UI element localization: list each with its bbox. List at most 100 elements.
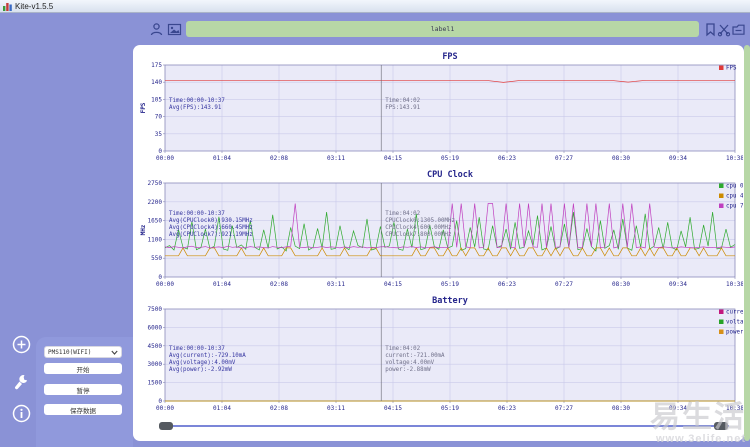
svg-text:00:00: 00:00 bbox=[156, 281, 174, 288]
svg-text:03:11: 03:11 bbox=[327, 405, 345, 412]
svg-text:550: 550 bbox=[151, 255, 162, 262]
svg-text:04:15: 04:15 bbox=[384, 405, 402, 412]
svg-text:08:30: 08:30 bbox=[612, 405, 630, 412]
svg-text:0: 0 bbox=[158, 274, 162, 281]
svg-text:04:15: 04:15 bbox=[384, 155, 402, 162]
svg-text:Avg(FPS):143.91: Avg(FPS):143.91 bbox=[169, 105, 222, 111]
svg-text:Time:04:02: Time:04:02 bbox=[385, 98, 420, 104]
scissors-icon[interactable] bbox=[717, 22, 732, 37]
svg-text:09:34: 09:34 bbox=[669, 405, 687, 412]
svg-text:07:27: 07:27 bbox=[555, 281, 573, 288]
svg-text:07:27: 07:27 bbox=[555, 155, 573, 162]
image-icon[interactable] bbox=[167, 22, 182, 37]
svg-text:Time:00:00-10:37: Time:00:00-10:37 bbox=[169, 98, 225, 104]
svg-text:35: 35 bbox=[155, 131, 163, 138]
label-bar[interactable]: label1 bbox=[186, 21, 699, 37]
app-icon bbox=[3, 2, 12, 11]
svg-text:02:08: 02:08 bbox=[270, 281, 288, 288]
battery-chart[interactable]: 00:0001:0402:0803:1104:1505:1906:2307:27… bbox=[133, 293, 743, 415]
svg-text:1650: 1650 bbox=[148, 218, 163, 225]
svg-text:CPUClock0:1305.00MHz: CPUClock0:1305.00MHz bbox=[385, 218, 455, 224]
svg-text:05:19: 05:19 bbox=[441, 281, 459, 288]
svg-text:3000: 3000 bbox=[148, 361, 163, 368]
slider-handle-left[interactable] bbox=[159, 422, 173, 430]
svg-text:03:11: 03:11 bbox=[327, 155, 345, 162]
time-range-slider[interactable] bbox=[133, 417, 743, 435]
pause-button[interactable]: 暂停 bbox=[44, 384, 122, 395]
svg-text:08:30: 08:30 bbox=[612, 155, 630, 162]
svg-text:7500: 7500 bbox=[148, 306, 163, 313]
start-button[interactable]: 开始 bbox=[44, 363, 122, 374]
svg-text:06:23: 06:23 bbox=[498, 281, 516, 288]
wrench-icon[interactable] bbox=[12, 372, 31, 391]
svg-text:02:08: 02:08 bbox=[270, 405, 288, 412]
svg-text:FPS: FPS bbox=[726, 66, 737, 72]
svg-text:power:-2.88mW: power:-2.88mW bbox=[385, 367, 431, 373]
plus-icon[interactable] bbox=[12, 335, 31, 354]
info-icon[interactable] bbox=[12, 404, 31, 423]
svg-text:06:23: 06:23 bbox=[498, 405, 516, 412]
svg-text:05:19: 05:19 bbox=[441, 155, 459, 162]
svg-text:105: 105 bbox=[151, 96, 162, 103]
svg-text:FPS:143.91: FPS:143.91 bbox=[385, 105, 420, 111]
svg-text:Avg(current):-729.10mA: Avg(current):-729.10mA bbox=[169, 353, 246, 359]
device-select[interactable]: PMS110(WIFI) bbox=[44, 346, 122, 358]
svg-text:2200: 2200 bbox=[148, 199, 163, 206]
label-text: label1 bbox=[431, 25, 454, 33]
svg-text:09:34: 09:34 bbox=[669, 155, 687, 162]
svg-text:MHz: MHz bbox=[140, 224, 147, 235]
svg-text:CPUClock7:800.00MHz: CPUClock7:800.00MHz bbox=[385, 232, 451, 238]
svg-text:Time:00:00-10:37: Time:00:00-10:37 bbox=[169, 346, 225, 352]
export-icon[interactable] bbox=[731, 22, 746, 37]
svg-text:current:-721.00mA: current:-721.00mA bbox=[385, 353, 445, 359]
svg-text:2750: 2750 bbox=[148, 180, 163, 187]
svg-text:Time:04:02: Time:04:02 bbox=[385, 346, 420, 352]
svg-text:10:38: 10:38 bbox=[726, 281, 743, 288]
svg-text:FPS: FPS bbox=[140, 102, 147, 113]
vertical-scrollbar[interactable] bbox=[744, 45, 750, 441]
svg-text:Time:00:00-10:37: Time:00:00-10:37 bbox=[169, 211, 225, 217]
svg-text:voltage:4.00mV: voltage:4.00mV bbox=[385, 360, 434, 366]
slider-track[interactable] bbox=[163, 425, 729, 427]
svg-text:Avg(CPUClock0):930.15MHz: Avg(CPUClock0):930.15MHz bbox=[169, 218, 253, 224]
fps-chart[interactable]: 00:0001:0402:0803:1104:1505:1906:2307:27… bbox=[133, 47, 743, 167]
bookmark-icon[interactable] bbox=[703, 22, 718, 37]
svg-text:01:04: 01:04 bbox=[213, 281, 231, 288]
svg-text:04:15: 04:15 bbox=[384, 281, 402, 288]
charts-panel: 00:00 01:04 02:08 03:11 04:15 05:19 06:23 07:27… bbox=[133, 45, 744, 441]
svg-text:6000: 6000 bbox=[148, 324, 163, 331]
svg-text:CPUClock4:600.00MHz: CPUClock4:600.00MHz bbox=[385, 225, 451, 231]
svg-text:01:04: 01:04 bbox=[213, 155, 231, 162]
svg-text:03:11: 03:11 bbox=[327, 281, 345, 288]
svg-text:06:23: 06:23 bbox=[498, 155, 516, 162]
svg-text:01:04: 01:04 bbox=[213, 405, 231, 412]
cpu-clock-chart[interactable]: 00:00 01:04 02:08 03:11 04:15 05:19 06:23 07:27… bbox=[133, 167, 743, 293]
slider-handle-right[interactable] bbox=[714, 422, 728, 430]
svg-text:09:34: 09:34 bbox=[669, 281, 687, 288]
svg-text:07:27: 07:27 bbox=[555, 405, 573, 412]
svg-text:10:38: 10:38 bbox=[726, 155, 743, 162]
svg-text:voltage: voltage bbox=[726, 320, 743, 326]
svg-text:10:38: 10:38 bbox=[726, 405, 743, 412]
svg-text:Avg(CPUClock4):660.45MHz: Avg(CPUClock4):660.45MHz bbox=[169, 225, 253, 231]
svg-text:0: 0 bbox=[158, 148, 162, 155]
svg-text:current: current bbox=[726, 310, 743, 316]
svg-text:FPS: FPS bbox=[442, 52, 457, 62]
svg-text:Avg(power):-2.92mW: Avg(power):-2.92mW bbox=[169, 367, 232, 373]
svg-text:0: 0 bbox=[158, 398, 162, 405]
svg-text:cpu 0-3: cpu 0-3 bbox=[726, 184, 743, 190]
svg-text:08:30: 08:30 bbox=[612, 281, 630, 288]
svg-text:00:00: 00:00 bbox=[156, 405, 174, 412]
svg-text:Battery: Battery bbox=[432, 296, 468, 306]
svg-text:cpu 4-6: cpu 4-6 bbox=[726, 194, 743, 200]
svg-text:02:08: 02:08 bbox=[270, 155, 288, 162]
svg-text:power: power bbox=[726, 330, 743, 336]
svg-text:CPU Clock: CPU Clock bbox=[427, 170, 473, 180]
svg-text:1500: 1500 bbox=[148, 380, 163, 387]
person-icon[interactable] bbox=[149, 22, 164, 37]
svg-text:4500: 4500 bbox=[148, 343, 163, 350]
save-data-button[interactable]: 保存数据 bbox=[44, 404, 122, 415]
svg-text:70: 70 bbox=[155, 114, 163, 121]
device-select-value: PMS110(WIFI) bbox=[48, 349, 111, 356]
svg-text:Avg(voltage):4.00mV: Avg(voltage):4.00mV bbox=[169, 360, 236, 366]
